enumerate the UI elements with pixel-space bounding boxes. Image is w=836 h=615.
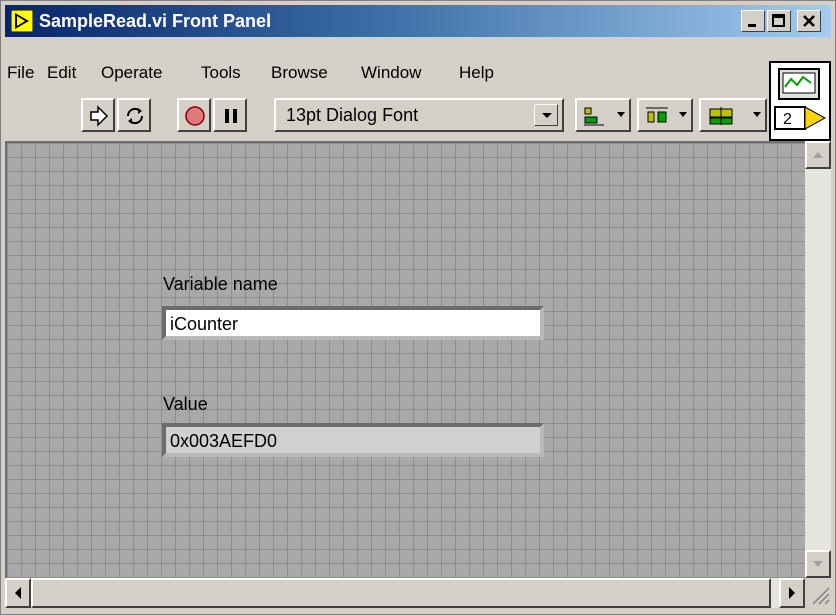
distribute-icon — [646, 107, 668, 123]
vi-connector-icon — [774, 68, 827, 130]
value-display: 0x003AEFD0 — [166, 427, 540, 453]
vi-icon[interactable]: 2 — [769, 61, 831, 141]
vertical-scrollbar[interactable] — [805, 141, 831, 578]
value-indicator: 0x003AEFD0 — [162, 423, 544, 457]
variable-name-input[interactable]: iCounter — [166, 310, 540, 336]
dropdown-arrow-icon — [679, 112, 687, 117]
resize-grip[interactable] — [805, 578, 831, 608]
toolbar: 13pt Dialog Font — [5, 96, 769, 138]
arrow-up-icon — [813, 152, 823, 158]
scroll-up-button[interactable] — [805, 141, 831, 169]
chevron-down-icon[interactable] — [534, 104, 558, 126]
variable-name-control[interactable]: iCounter — [162, 306, 544, 340]
resize-grip-icon — [812, 587, 830, 605]
arrow-down-icon — [813, 561, 823, 567]
dropdown-arrow-icon — [753, 112, 761, 117]
run-continuously-button[interactable] — [117, 98, 151, 132]
pause-icon — [225, 109, 237, 123]
title-bar[interactable]: SampleRead.vi Front Panel — [5, 5, 831, 37]
font-select[interactable]: 13pt Dialog Font — [274, 98, 564, 132]
maximize-button[interactable] — [767, 10, 791, 32]
menu-browse[interactable]: Browse — [271, 63, 328, 83]
close-icon — [803, 15, 815, 27]
connector-number: 2 — [783, 111, 792, 128]
scroll-thumb[interactable] — [31, 578, 771, 608]
menu-bar: File Edit Operate Tools Browse Window He… — [5, 59, 765, 87]
abort-button[interactable] — [177, 98, 211, 132]
value-label: Value — [163, 394, 208, 414]
minimize-icon — [748, 24, 756, 27]
pause-button[interactable] — [213, 98, 247, 132]
labview-window: SampleRead.vi Front Panel File Edit Oper… — [0, 0, 836, 615]
dropdown-arrow-icon — [617, 112, 625, 117]
front-panel[interactable]: Variable name iCounter Value 0x003AEFD0 — [5, 141, 805, 578]
menu-tools[interactable]: Tools — [201, 63, 241, 83]
arrow-left-icon — [15, 587, 21, 599]
align-objects-button[interactable] — [575, 98, 631, 132]
horizontal-scrollbar[interactable] — [5, 578, 805, 608]
menu-operate[interactable]: Operate — [101, 63, 162, 83]
menu-help[interactable]: Help — [459, 63, 494, 83]
close-button[interactable] — [797, 10, 821, 32]
minimize-button[interactable] — [741, 10, 765, 32]
stop-icon — [185, 106, 205, 126]
run-continuously-icon — [126, 107, 144, 125]
menu-file[interactable]: File — [7, 63, 34, 83]
vi-run-icon — [11, 10, 33, 32]
scroll-right-button[interactable] — [779, 578, 805, 608]
run-button[interactable] — [81, 98, 115, 132]
resize-objects-button[interactable] — [699, 98, 767, 132]
arrow-right-icon — [789, 587, 795, 599]
scroll-left-button[interactable] — [5, 578, 31, 608]
variable-name-label: Variable name — [163, 274, 278, 294]
maximize-icon — [772, 14, 785, 27]
menu-edit[interactable]: Edit — [47, 63, 76, 83]
align-icon — [584, 107, 604, 126]
scroll-down-button[interactable] — [805, 550, 831, 578]
resize-icon — [709, 107, 733, 125]
run-arrow-icon — [90, 105, 109, 127]
menu-window[interactable]: Window — [361, 63, 421, 83]
font-select-value: 13pt Dialog Font — [286, 105, 419, 125]
distribute-objects-button[interactable] — [637, 98, 693, 132]
window-title: SampleRead.vi Front Panel — [39, 11, 272, 31]
